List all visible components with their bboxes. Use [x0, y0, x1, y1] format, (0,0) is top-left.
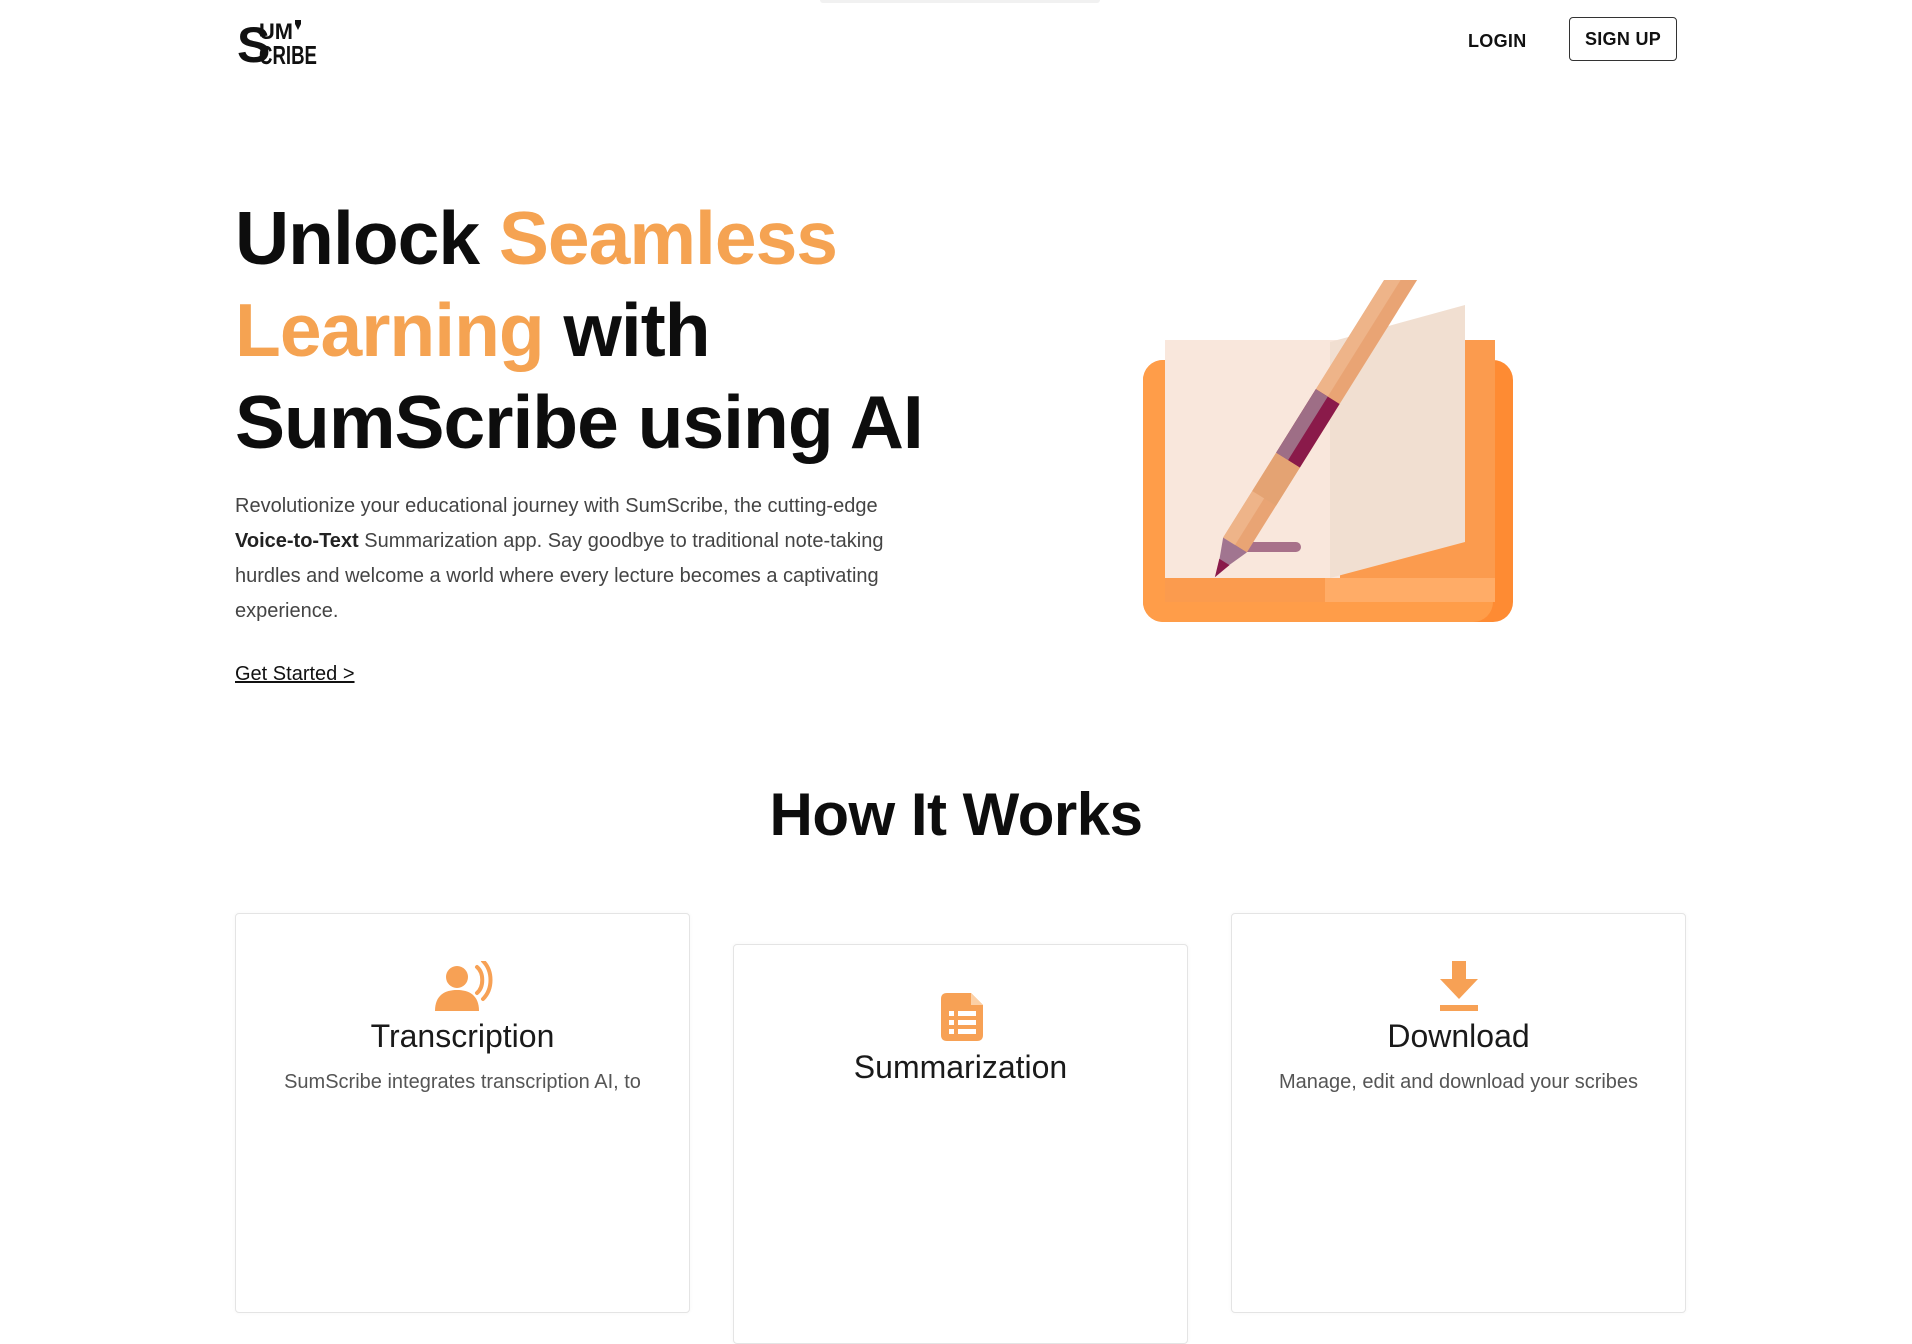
login-link[interactable]: LOGIN	[1468, 26, 1527, 56]
hero-title-part1: Unlock	[235, 196, 499, 280]
sumscribe-logo[interactable]: S UM CRIBE	[235, 14, 319, 68]
document-icon	[940, 993, 983, 1041]
card-title: Summarization	[853, 1049, 1068, 1085]
get-started-link[interactable]: Get Started >	[235, 663, 355, 686]
book-pen-illustration	[1143, 280, 1513, 622]
hero-desc-bold: Voice-to-Text	[235, 530, 359, 552]
card-text: SumScribe integrates transcription AI, t…	[284, 1071, 641, 1093]
card-text: Manage, edit and download your scribes	[1278, 1071, 1639, 1093]
hero-desc-part1: Revolutionize your educational journey w…	[235, 495, 878, 517]
card-title: Transcription	[370, 1018, 555, 1054]
download-icon	[1439, 961, 1478, 1011]
card-transcription: Transcription SumScribe integrates trans…	[235, 913, 690, 1313]
signup-button[interactable]: SIGN UP	[1569, 17, 1677, 61]
card-summarization: Summarization	[733, 944, 1188, 1344]
card-download: Download Manage, edit and download your …	[1231, 913, 1686, 1313]
card-title: Download	[1387, 1018, 1530, 1054]
voice-user-icon	[434, 961, 492, 1011]
how-it-works-title: How It Works	[769, 781, 1143, 848]
hero-title: Unlock Seamless Learning with SumScribe …	[235, 192, 975, 468]
svg-text:CRIBE: CRIBE	[259, 40, 317, 68]
hero-description: Revolutionize your educational journey w…	[235, 489, 935, 629]
top-shadow	[820, 0, 1100, 3]
